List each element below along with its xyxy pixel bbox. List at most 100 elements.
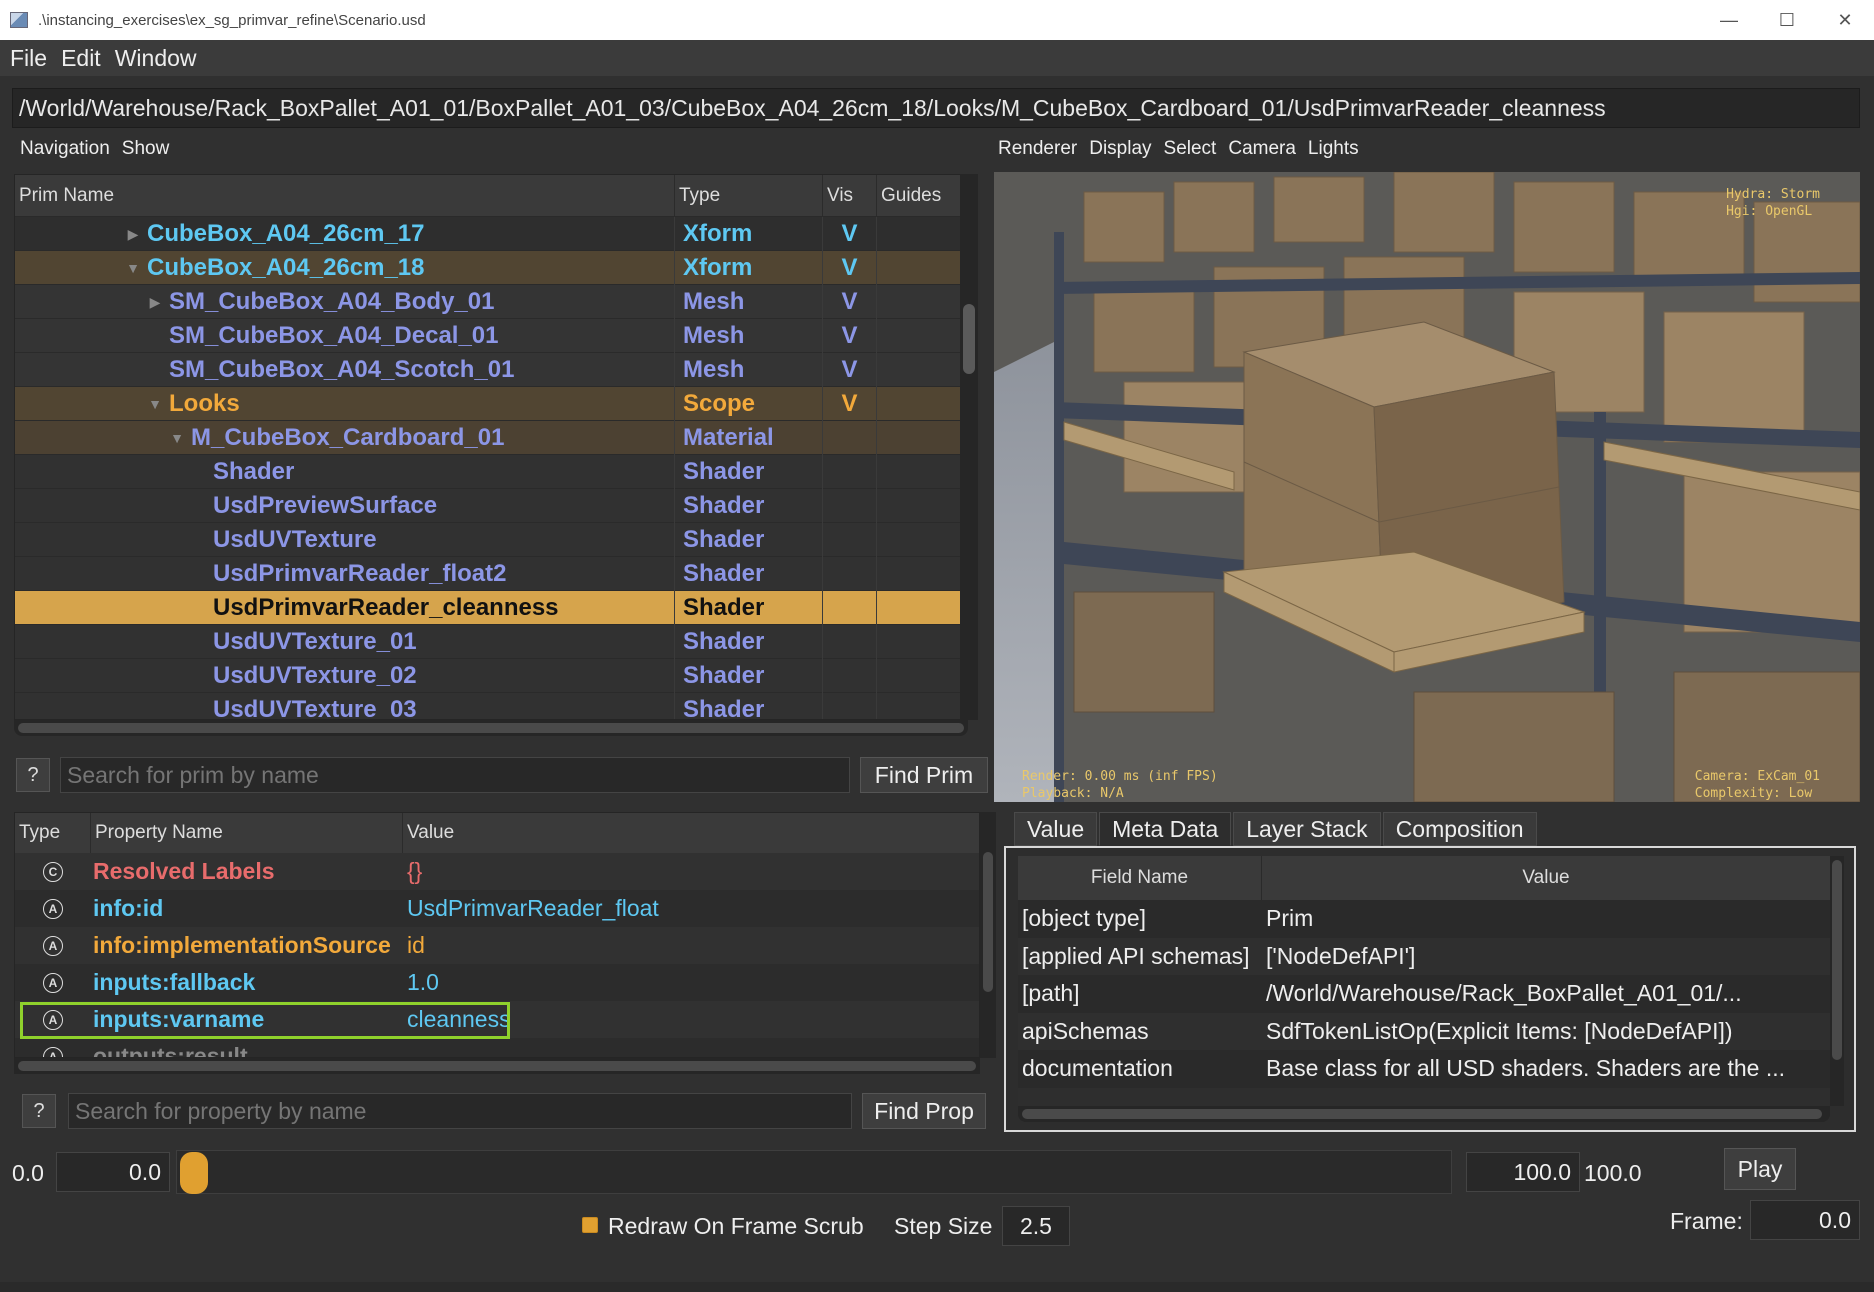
property-horizontal-scrollbar[interactable] xyxy=(14,1058,980,1074)
guides-cell[interactable] xyxy=(877,659,967,693)
tree-vertical-scrollbar[interactable] xyxy=(960,174,978,720)
property-row[interactable]: Aoutputs:result xyxy=(15,1038,979,1057)
expand-arrow-icon[interactable]: ▶ xyxy=(145,294,165,311)
tree-row[interactable]: UsdUVTexture_01 Shader xyxy=(15,625,967,659)
find-prop-button[interactable]: Find Prop xyxy=(862,1093,986,1129)
guides-cell[interactable] xyxy=(877,285,967,319)
metadata-row[interactable]: documentation Base class for all USD shad… xyxy=(1018,1050,1830,1088)
visibility-toggle[interactable]: V xyxy=(823,285,877,319)
step-size-field[interactable]: 2.5 xyxy=(1002,1206,1070,1246)
visibility-toggle[interactable] xyxy=(823,591,877,625)
property-row[interactable]: Ainfo:implementationSource id xyxy=(15,927,979,964)
tree-row[interactable]: UsdPrimvarReader_float2 Shader xyxy=(15,557,967,591)
menu-file[interactable]: File xyxy=(10,45,47,72)
metadata-row[interactable]: [path] /World/Warehouse/Rack_BoxPallet_A0… xyxy=(1018,975,1830,1013)
guides-cell[interactable] xyxy=(877,557,967,591)
visibility-toggle[interactable]: V xyxy=(823,319,877,353)
column-type[interactable]: Type xyxy=(675,175,823,217)
tree-row[interactable]: SM_CubeBox_A04_Decal_01 Mesh V xyxy=(15,319,967,353)
guides-cell[interactable] xyxy=(877,353,967,387)
frame-field[interactable]: 0.0 xyxy=(1750,1200,1860,1240)
camera-menu[interactable]: Camera xyxy=(1228,138,1296,160)
visibility-toggle[interactable] xyxy=(823,659,877,693)
visibility-toggle[interactable] xyxy=(823,693,877,719)
tree-horizontal-scrollbar[interactable] xyxy=(14,720,968,736)
visibility-toggle[interactable] xyxy=(823,489,877,523)
guides-cell[interactable] xyxy=(877,693,967,719)
visibility-toggle[interactable] xyxy=(823,557,877,591)
tree-row[interactable]: ▶ SM_CubeBox_A04_Body_01 Mesh V xyxy=(15,285,967,319)
column-field-name[interactable]: Field Name xyxy=(1018,856,1262,900)
column-prop-value[interactable]: Value xyxy=(403,813,979,853)
visibility-toggle[interactable] xyxy=(823,455,877,489)
property-row[interactable]: Ainputs:varname cleanness xyxy=(15,1001,979,1038)
redraw-on-scrub-checkbox[interactable] xyxy=(582,1217,598,1233)
prim-search-input[interactable] xyxy=(60,757,850,793)
property-row[interactable]: C Resolved Labels {} xyxy=(15,853,979,890)
visibility-toggle[interactable] xyxy=(823,421,877,455)
visibility-toggle[interactable] xyxy=(823,625,877,659)
frame-slider-handle[interactable] xyxy=(180,1152,208,1194)
select-menu[interactable]: Select xyxy=(1164,138,1217,160)
expand-arrow-icon[interactable]: ▼ xyxy=(123,260,143,276)
guides-cell[interactable] xyxy=(877,489,967,523)
metadata-row[interactable]: apiSchemas SdfTokenListOp(Explicit Items:… xyxy=(1018,1012,1830,1050)
tree-row[interactable]: ▶ CubeBox_A04_26cm_17 Xform V xyxy=(15,217,967,251)
navigation-menu[interactable]: Navigation xyxy=(20,138,110,160)
column-guides[interactable]: Guides xyxy=(877,175,967,217)
column-meta-value[interactable]: Value xyxy=(1262,856,1830,900)
guides-cell[interactable] xyxy=(877,591,967,625)
tree-row[interactable]: UsdPrimvarReader_cleanness Shader xyxy=(15,591,967,625)
column-prim-name[interactable]: Prim Name xyxy=(15,175,675,217)
renderer-menu[interactable]: Renderer xyxy=(998,138,1077,160)
tree-row[interactable]: UsdUVTexture_02 Shader xyxy=(15,659,967,693)
play-button[interactable]: Play xyxy=(1724,1148,1796,1190)
metadata-horizontal-scrollbar[interactable] xyxy=(1018,1106,1830,1122)
3d-viewport[interactable]: Hydra: Storm Hgi: OpenGL Render: 0.00 ms… xyxy=(994,172,1860,802)
find-prim-button[interactable]: Find Prim xyxy=(860,757,988,793)
tab-meta-data[interactable]: Meta Data xyxy=(1099,812,1232,846)
tree-row[interactable]: ▼ CubeBox_A04_26cm_18 Xform V xyxy=(15,251,967,285)
show-menu[interactable]: Show xyxy=(122,138,170,160)
guides-cell[interactable] xyxy=(877,625,967,659)
range-end-field[interactable]: 100.0 xyxy=(1466,1152,1580,1192)
property-vertical-scrollbar[interactable] xyxy=(980,812,996,1058)
property-search-help-button[interactable]: ? xyxy=(22,1094,56,1128)
expand-arrow-icon[interactable]: ▼ xyxy=(167,430,187,446)
visibility-toggle[interactable]: V xyxy=(823,387,877,421)
tab-layer-stack[interactable]: Layer Stack xyxy=(1233,812,1381,846)
guides-cell[interactable] xyxy=(877,387,967,421)
frame-slider[interactable] xyxy=(176,1150,1452,1194)
guides-cell[interactable] xyxy=(877,455,967,489)
tree-row[interactable]: UsdUVTexture_03 Shader xyxy=(15,693,967,719)
expand-arrow-icon[interactable]: ▼ xyxy=(145,396,165,412)
metadata-row[interactable]: [object type] Prim xyxy=(1018,900,1830,938)
tree-row[interactable]: ▼ M_CubeBox_Cardboard_01 Material xyxy=(15,421,967,455)
guides-cell[interactable] xyxy=(877,319,967,353)
visibility-toggle[interactable]: V xyxy=(823,353,877,387)
range-start-field[interactable]: 0.0 xyxy=(56,1152,170,1192)
minimize-button[interactable]: — xyxy=(1700,0,1758,40)
tree-row[interactable]: UsdPreviewSurface Shader xyxy=(15,489,967,523)
property-row[interactable]: Ainfo:id UsdPrimvarReader_float xyxy=(15,890,979,927)
visibility-toggle[interactable]: V xyxy=(823,251,877,285)
display-menu[interactable]: Display xyxy=(1089,138,1151,160)
visibility-toggle[interactable]: V xyxy=(823,217,877,251)
column-property-name[interactable]: Property Name xyxy=(91,813,403,853)
guides-cell[interactable] xyxy=(877,523,967,557)
tab-composition[interactable]: Composition xyxy=(1382,812,1537,846)
guides-cell[interactable] xyxy=(877,251,967,285)
tree-row[interactable]: Shader Shader xyxy=(15,455,967,489)
tree-row[interactable]: UsdUVTexture Shader xyxy=(15,523,967,557)
tree-row[interactable]: ▼ Looks Scope V xyxy=(15,387,967,421)
maximize-button[interactable]: ☐ xyxy=(1758,0,1816,40)
tab-value[interactable]: Value xyxy=(1014,812,1098,846)
prim-search-help-button[interactable]: ? xyxy=(16,758,50,792)
close-button[interactable]: ✕ xyxy=(1816,0,1874,40)
menu-edit[interactable]: Edit xyxy=(61,45,101,72)
lights-menu[interactable]: Lights xyxy=(1308,138,1359,160)
tree-row[interactable]: SM_CubeBox_A04_Scotch_01 Mesh V xyxy=(15,353,967,387)
column-prop-type[interactable]: Type xyxy=(15,813,91,853)
metadata-vertical-scrollbar[interactable] xyxy=(1830,856,1844,1106)
guides-cell[interactable] xyxy=(877,421,967,455)
